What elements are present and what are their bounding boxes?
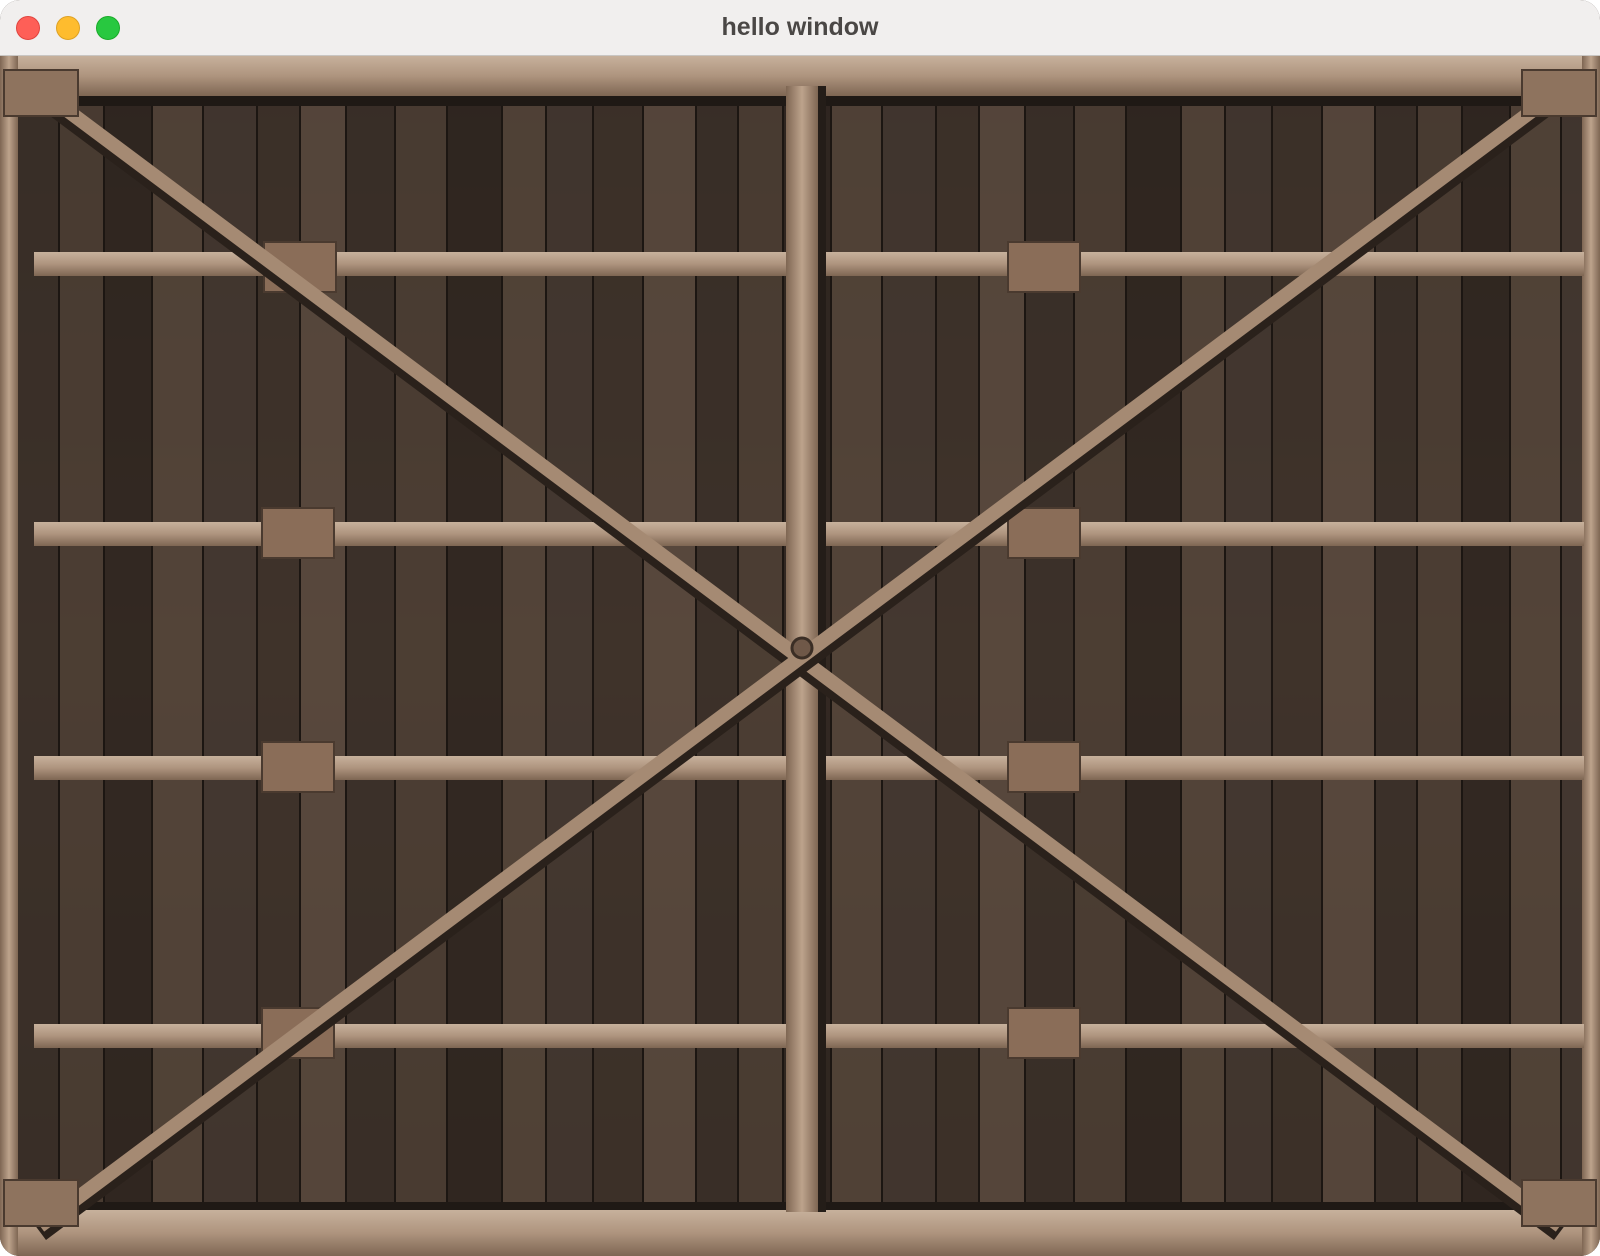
bracket bbox=[261, 507, 335, 559]
title-bar[interactable]: hello window bbox=[0, 0, 1600, 56]
corner-plate bbox=[3, 69, 79, 117]
bracket bbox=[1007, 741, 1081, 793]
frame-left bbox=[0, 56, 18, 1256]
corner-plate bbox=[1521, 1179, 1597, 1227]
corner-plate bbox=[3, 1179, 79, 1227]
bracket bbox=[1007, 241, 1081, 293]
bracket bbox=[1007, 1007, 1081, 1059]
barn-door-image bbox=[0, 56, 1600, 1256]
barn-door-graphic bbox=[0, 56, 1600, 1256]
bracket bbox=[1007, 507, 1081, 559]
window-title: hello window bbox=[721, 13, 879, 41]
center-bolt bbox=[790, 636, 814, 660]
frame-right bbox=[1582, 56, 1600, 1256]
frame-bottom bbox=[0, 1210, 1600, 1256]
app-window: hello window bbox=[0, 0, 1600, 1256]
corner-plate bbox=[1521, 69, 1597, 117]
bracket bbox=[261, 741, 335, 793]
